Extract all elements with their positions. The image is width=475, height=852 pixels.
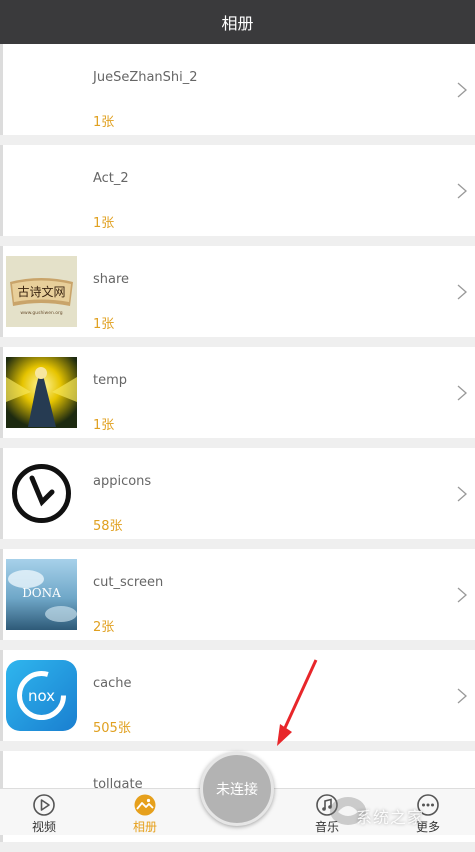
cache-logo-text: nox — [28, 687, 55, 705]
album-item[interactable]: appicons 58张 — [0, 448, 475, 539]
chevron-right-icon — [457, 385, 467, 401]
chevron-right-icon — [457, 183, 467, 199]
cut-screen-logo-text: DONA — [22, 586, 61, 600]
page-title: 相册 — [221, 14, 254, 33]
album-count: 1张 — [93, 418, 115, 433]
connect-button[interactable]: 未连接 — [200, 752, 274, 826]
title-bar: 相册 — [0, 0, 475, 44]
album-count: 1张 — [93, 317, 115, 332]
album-thumbnail: DONA — [6, 559, 77, 630]
tab-music[interactable]: 音乐 — [297, 791, 357, 835]
album-count: 58张 — [93, 519, 123, 534]
chevron-right-icon — [457, 587, 467, 603]
album-item[interactable]: DONA cut_screen 2张 — [0, 549, 475, 640]
connect-button-label: 未连接 — [216, 782, 258, 798]
album-thumbnail — [6, 357, 77, 428]
watermark-text: 系统之家 — [356, 808, 425, 827]
tab-label: 视频 — [31, 820, 56, 834]
tab-video[interactable]: 视频 — [14, 791, 74, 835]
album-thumbnail — [6, 458, 77, 529]
album-name: appicons — [93, 474, 152, 489]
tab-photos[interactable]: 相册 — [115, 791, 175, 835]
share-url-text: www.gushiwen.org — [20, 310, 62, 316]
album-thumbnail: nox — [6, 660, 77, 731]
album-count: 1张 — [93, 115, 115, 130]
album-item[interactable]: JueSeZhanShi_2 1张 — [0, 44, 475, 135]
album-list[interactable]: JueSeZhanShi_2 1张 Act_2 1张 古诗文网 www.gush… — [0, 44, 475, 852]
chevron-right-icon — [457, 82, 467, 98]
tab-label: 相册 — [132, 820, 157, 834]
album-item[interactable]: temp 1张 — [0, 347, 475, 438]
album-name: JueSeZhanShi_2 — [93, 70, 198, 85]
album-thumbnail: 古诗文网 www.gushiwen.org — [6, 256, 77, 327]
album-item[interactable]: Act_2 1张 — [0, 145, 475, 236]
share-logo-text: 古诗文网 — [17, 284, 65, 299]
album-thumbnail — [6, 155, 77, 226]
album-thumbnail — [6, 54, 77, 125]
album-count: 2张 — [93, 620, 115, 635]
tab-label: 音乐 — [314, 820, 339, 834]
album-item[interactable]: 古诗文网 www.gushiwen.org share 1张 — [0, 246, 475, 337]
album-name: cache — [93, 676, 132, 691]
music-icon — [316, 794, 338, 816]
album-count: 1张 — [93, 216, 115, 231]
chevron-right-icon — [457, 688, 467, 704]
album-name: cut_screen — [93, 575, 164, 590]
album-name: Act_2 — [93, 171, 129, 186]
photo-icon — [134, 794, 156, 816]
chevron-right-icon — [457, 486, 467, 502]
album-item[interactable]: nox cache 505张 — [0, 650, 475, 741]
album-name: share — [93, 272, 130, 287]
chevron-right-icon — [457, 284, 467, 300]
album-name: temp — [93, 373, 128, 388]
album-count: 505张 — [93, 721, 131, 736]
play-icon — [33, 794, 55, 816]
